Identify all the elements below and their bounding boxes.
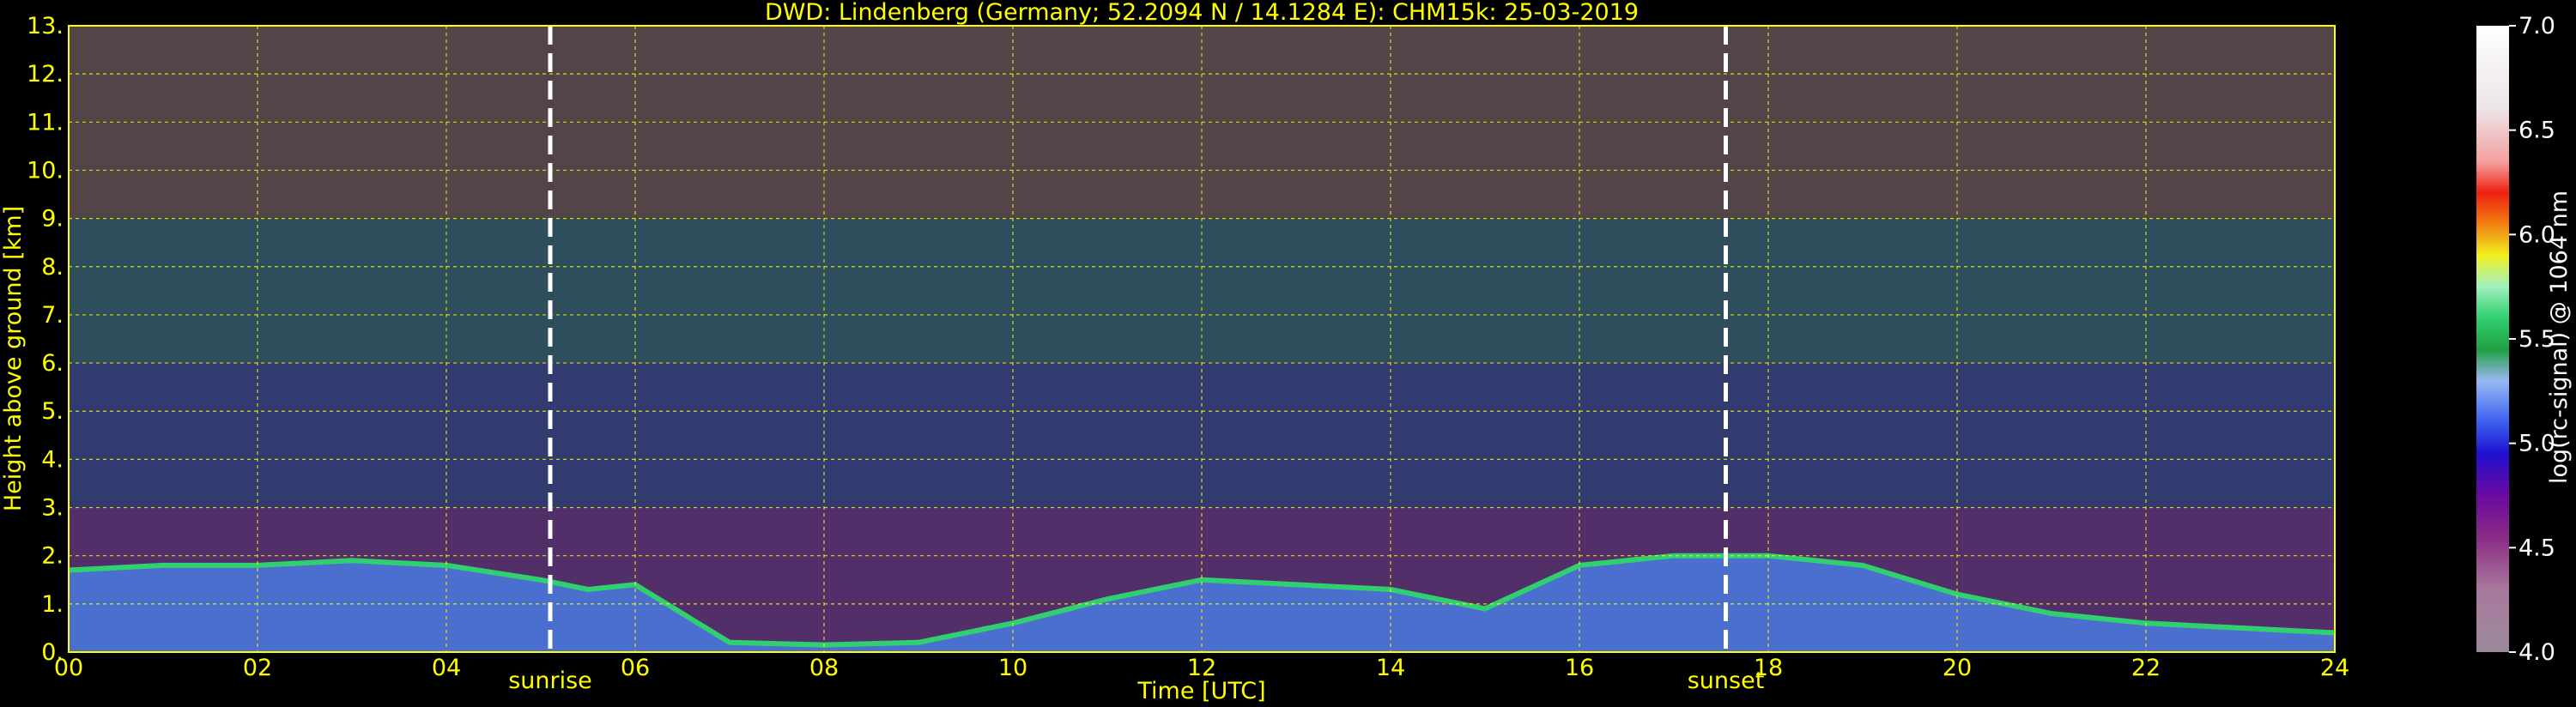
x-tick-label: 24	[2320, 655, 2349, 681]
x-axis-label: Time [UTC]	[1136, 678, 1265, 704]
x-tick-label: 06	[621, 655, 650, 681]
y-tick-label: 9.	[41, 206, 64, 233]
y-tick-label: 2.	[41, 543, 64, 570]
y-tick-label: 12.	[27, 61, 64, 88]
colorbar-tick-label: 4.5	[2518, 535, 2555, 561]
y-tick-label: 4.	[41, 446, 64, 473]
colorbar-tick-label: 7.0	[2518, 13, 2555, 39]
y-tick-label: 0.	[41, 639, 64, 666]
x-tick-label: 22	[2131, 655, 2161, 681]
colorbar	[2476, 26, 2509, 652]
ceilometer-chart: 00 02 04 06 08 10 12 14 16 18 20 22 24 0.1.2.3.4.5.6…	[0, 0, 2576, 707]
colorbar-tick-label: 4.0	[2518, 639, 2555, 666]
backscatter-heatmap	[68, 26, 2336, 652]
sun-marker-label: sunrise	[508, 668, 592, 694]
y-tick-label: 5.	[41, 398, 64, 425]
x-tick-label: 08	[809, 655, 839, 681]
y-tick-label: 3.	[41, 495, 64, 522]
x-tick-label: 02	[243, 655, 272, 681]
y-axis-label: Height above ground [km]	[0, 206, 27, 511]
y-tick-label: 10.	[27, 157, 64, 184]
y-tick-label: 7.	[41, 302, 64, 329]
y-tick-label: 13.	[27, 13, 64, 39]
x-tick-label: 10	[998, 655, 1027, 681]
x-tick-label: 20	[1943, 655, 1972, 681]
x-tick-label: 14	[1376, 655, 1405, 681]
colorbar-tick-label: 6.5	[2518, 118, 2555, 144]
chart-title: DWD: Lindenberg (Germany; 52.2094 N / 14…	[765, 0, 1639, 26]
y-tick-label: 11.	[27, 109, 64, 136]
sun-marker-label: sunset	[1688, 668, 1765, 694]
y-tick-label: 6.	[41, 350, 64, 377]
x-tick-label: 04	[432, 655, 461, 681]
x-tick-label: 16	[1565, 655, 1594, 681]
colorbar-label: log(rc-signal) @ 1064 nm	[2546, 190, 2573, 484]
y-tick-label: 8.	[41, 254, 64, 281]
y-tick-label: 1.	[41, 591, 64, 618]
